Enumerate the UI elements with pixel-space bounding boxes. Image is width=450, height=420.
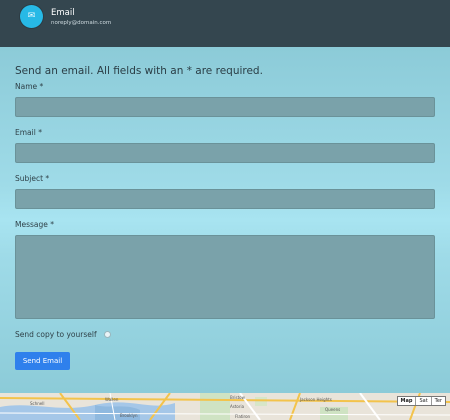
email-form: Send an email. All fields with an * are … <box>0 47 450 393</box>
send-copy-checkbox[interactable] <box>104 331 111 338</box>
name-field[interactable] <box>15 97 435 117</box>
email-field[interactable] <box>15 143 435 163</box>
form-intro: Send an email. All fields with an * are … <box>15 65 263 77</box>
email-label: Email * <box>15 128 42 137</box>
map-type-map-button[interactable]: Map <box>398 397 417 405</box>
send-copy-label: Send copy to yourself <box>15 330 97 339</box>
map-place-label: Schnell <box>30 401 45 406</box>
map-type-satellite-button[interactable]: Sat <box>416 397 432 405</box>
send-email-button[interactable]: Send Email <box>15 352 70 370</box>
map-place-label: Astoria <box>230 404 245 409</box>
map-area[interactable]: Schnell Wallen Brooklyn Bristow Astoria … <box>0 393 450 420</box>
map-place-label: Bristow <box>230 395 246 400</box>
header-title: Email <box>51 8 75 18</box>
message-label: Message * <box>15 220 55 229</box>
map-graphic: Schnell Wallen Brooklyn Bristow Astoria … <box>0 393 450 420</box>
map-place-label: Brooklyn <box>120 413 138 418</box>
avatar: ✉ <box>20 5 43 28</box>
subject-field[interactable] <box>15 189 435 209</box>
map-place-label: Flatiron <box>235 414 251 419</box>
mail-icon: ✉ <box>27 11 36 21</box>
map-type-controls: Map Sat Ter <box>396 396 446 406</box>
subject-label: Subject * <box>15 174 50 183</box>
map-place-label: Jackson Heights <box>299 397 332 402</box>
header-subtitle: noreply@domain.com <box>51 20 112 26</box>
map-place-label: Wallen <box>105 397 119 402</box>
map-place-label: Queens <box>325 407 340 412</box>
name-label: Name * <box>15 82 44 91</box>
map-type-terrain-button[interactable]: Ter <box>432 397 445 405</box>
message-textarea[interactable] <box>15 235 435 319</box>
app-header: ✉ Email noreply@domain.com <box>0 0 450 47</box>
